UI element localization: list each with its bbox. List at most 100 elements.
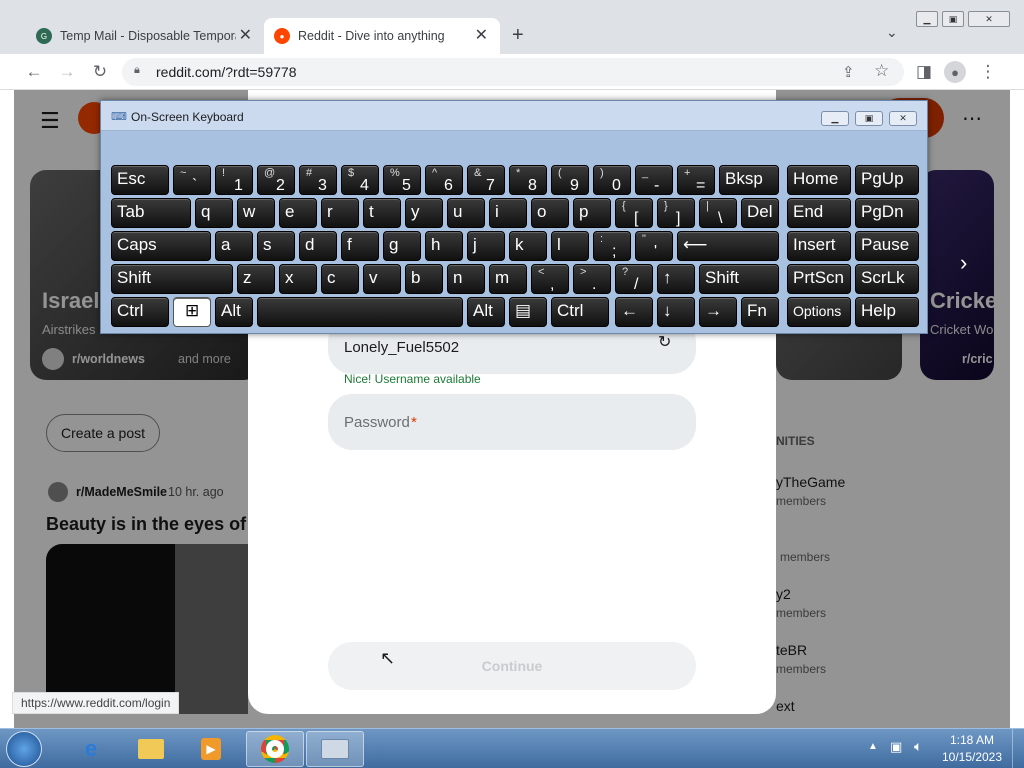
key-[interactable]: " ': [635, 231, 673, 261]
key-help[interactable]: Help: [855, 297, 919, 327]
key-[interactable]: ↓: [657, 297, 695, 327]
password-field[interactable]: Password *: [328, 394, 696, 450]
key-ctrl[interactable]: Ctrl: [111, 297, 169, 327]
key-bksp[interactable]: Bksp: [719, 165, 779, 195]
key-1[interactable]: ! 1: [215, 165, 253, 195]
key-pgup[interactable]: PgUp: [855, 165, 919, 195]
key-[interactable]: ? /: [615, 264, 653, 294]
key-tab[interactable]: Tab: [111, 198, 191, 228]
volume-muted-icon[interactable]: 🔈︎: [914, 738, 922, 755]
username-value[interactable]: Lonely_Fuel5502: [344, 339, 459, 356]
key-[interactable]: →: [699, 297, 737, 327]
key-8[interactable]: * 8: [509, 165, 547, 195]
regenerate-username-icon[interactable]: ↻: [658, 332, 671, 352]
key-h[interactable]: h: [425, 231, 463, 261]
key-l[interactable]: l: [551, 231, 589, 261]
key-fn[interactable]: Fn: [741, 297, 779, 327]
clock-time[interactable]: 1:18 AM: [940, 733, 1004, 747]
reload-icon[interactable]: ↻: [88, 60, 112, 84]
key-3[interactable]: #3: [299, 165, 337, 195]
key-prtscn[interactable]: PrtScn: [787, 264, 851, 294]
key-r[interactable]: r: [321, 198, 359, 228]
chrome-taskbar-icon[interactable]: [246, 731, 304, 767]
key-7[interactable]: & 7: [467, 165, 505, 195]
key-u[interactable]: u: [447, 198, 485, 228]
key-9[interactable]: (9: [551, 165, 589, 195]
key-[interactable]: {[: [615, 198, 653, 228]
osk-close-button[interactable]: ✕: [889, 111, 917, 126]
key-caps[interactable]: Caps: [111, 231, 211, 261]
key-alt[interactable]: Alt: [467, 297, 505, 327]
key-b[interactable]: b: [405, 264, 443, 294]
key-0[interactable]: ) 0: [593, 165, 631, 195]
key-shift[interactable]: Shift: [699, 264, 779, 294]
tab-reddit[interactable]: ● Reddit - Dive into anything ✕: [264, 18, 500, 54]
key-[interactable]: + =: [677, 165, 715, 195]
start-button[interactable]: [6, 731, 42, 767]
menu-kebab-icon[interactable]: ⋮: [976, 60, 1000, 84]
key-space[interactable]: [257, 297, 463, 327]
key-home[interactable]: Home: [787, 165, 851, 195]
key-5[interactable]: % 5: [383, 165, 421, 195]
key-c[interactable]: c: [321, 264, 359, 294]
carousel-next-icon[interactable]: ›: [960, 250, 967, 276]
maximize-button[interactable]: ▣: [942, 11, 964, 27]
forward-icon[interactable]: →: [55, 60, 79, 84]
show-desktop-button[interactable]: [1012, 729, 1024, 768]
key-p[interactable]: p: [573, 198, 611, 228]
key-d[interactable]: d: [299, 231, 337, 261]
osk-titlebar[interactable]: ⌨ On-Screen Keyboard ▁ ▣ ✕: [101, 101, 927, 131]
share-icon[interactable]: ⇪: [842, 63, 855, 81]
key-[interactable]: ←: [615, 297, 653, 327]
bookmark-star-icon[interactable]: ☆: [874, 61, 889, 81]
tab-search-chevron-icon[interactable]: ⌄: [886, 24, 898, 41]
key-[interactable]: | \: [699, 198, 737, 228]
key-m[interactable]: m: [489, 264, 527, 294]
key-n[interactable]: n: [447, 264, 485, 294]
key-k[interactable]: k: [509, 231, 547, 261]
key-[interactable]: ↑: [657, 264, 695, 294]
key-esc[interactable]: Esc: [111, 165, 169, 195]
key-q[interactable]: q: [195, 198, 233, 228]
close-tab-icon[interactable]: ✕: [239, 28, 252, 44]
address-bar[interactable]: 🔒︎ reddit.com/?rdt=59778 ⇪ ☆: [122, 58, 904, 86]
tab-temp-mail[interactable]: G Temp Mail - Disposable Tempora ✕: [26, 18, 262, 54]
profile-icon[interactable]: ●: [944, 61, 966, 83]
new-tab-icon[interactable]: +: [512, 24, 524, 47]
key-[interactable]: ⟵: [677, 231, 779, 261]
media-player-icon[interactable]: ▶: [182, 731, 240, 767]
key-[interactable]: >.: [573, 264, 611, 294]
close-button[interactable]: ✕: [968, 11, 1010, 27]
key-a[interactable]: a: [215, 231, 253, 261]
key-[interactable]: ▤: [509, 297, 547, 327]
key-j[interactable]: j: [467, 231, 505, 261]
key-shift[interactable]: Shift: [111, 264, 233, 294]
show-hidden-icons[interactable]: ▲: [868, 741, 878, 752]
close-tab-icon[interactable]: ✕: [475, 28, 488, 44]
osk-taskbar-icon[interactable]: [306, 731, 364, 767]
key-e[interactable]: e: [279, 198, 317, 228]
key-z[interactable]: z: [237, 264, 275, 294]
osk-minimize-button[interactable]: ▁: [821, 111, 849, 126]
minimize-button[interactable]: ▁: [916, 11, 938, 27]
key-t[interactable]: t: [363, 198, 401, 228]
key-ctrl[interactable]: Ctrl: [551, 297, 609, 327]
key-insert[interactable]: Insert: [787, 231, 851, 261]
key-s[interactable]: s: [257, 231, 295, 261]
key-g[interactable]: g: [383, 231, 421, 261]
key-x[interactable]: x: [279, 264, 317, 294]
key-options[interactable]: Options: [787, 297, 851, 327]
key-pause[interactable]: Pause: [855, 231, 919, 261]
key-scrlk[interactable]: ScrLk: [855, 264, 919, 294]
key-f[interactable]: f: [341, 231, 379, 261]
key-w[interactable]: w: [237, 198, 275, 228]
key-alt[interactable]: Alt: [215, 297, 253, 327]
network-icon[interactable]: ▣: [890, 739, 902, 755]
back-icon[interactable]: ←: [22, 60, 46, 84]
key-end[interactable]: End: [787, 198, 851, 228]
file-explorer-icon[interactable]: [122, 731, 180, 767]
key-del[interactable]: Del: [741, 198, 779, 228]
key-[interactable]: :;: [593, 231, 631, 261]
key-windows[interactable]: ⊞: [173, 297, 211, 327]
internet-explorer-icon[interactable]: e: [62, 731, 120, 767]
